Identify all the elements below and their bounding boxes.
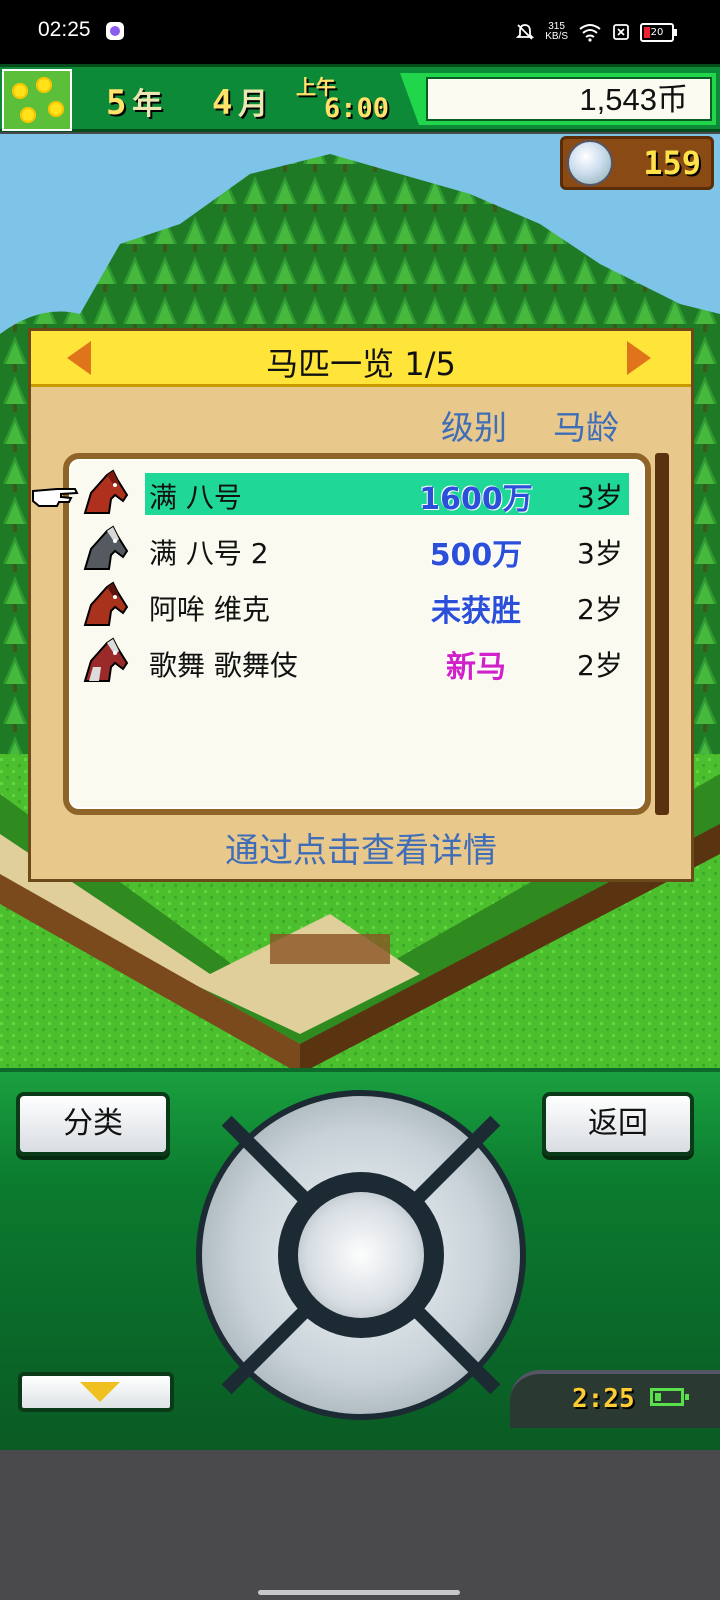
horse-grade: 未获胜 (431, 594, 521, 629)
horse-row[interactable]: 歌舞 歌舞伎 新马 2岁 (31, 637, 697, 685)
mute-bell-icon (516, 24, 535, 40)
wifi-icon (579, 24, 601, 42)
game-screen: 5 年 4 月 上午 6:00 1,543币 159 马匹一览 1/5 级别 马… (0, 64, 720, 1450)
panel-header: 马匹一览 1/5 (31, 331, 691, 387)
dpad-center-button[interactable] (298, 1192, 424, 1318)
horse-row[interactable]: 满 八号 2 500万 3岁 (31, 525, 697, 573)
dpad-center-ring (278, 1172, 444, 1338)
status-bar: 02:25 315 KB/S 20 (0, 0, 720, 64)
flower-icon (20, 107, 36, 123)
year-unit: 年 (132, 87, 163, 122)
panel-title: 马匹一览 1/5 (266, 345, 456, 383)
dpad[interactable] (196, 1090, 526, 1420)
next-page-arrow-icon[interactable] (627, 341, 651, 375)
horse-row[interactable]: 阿哞 维克 未获胜 2岁 (31, 581, 697, 629)
horse-name: 满 八号 (149, 481, 242, 514)
column-header-age: 马龄 (553, 408, 619, 447)
medal-counter[interactable]: 159 (560, 136, 714, 190)
horse-row[interactable]: 满 八号 1600万 3岁 (31, 469, 697, 517)
network-speed: 315 KB/S (545, 22, 568, 42)
season-thumbnail (2, 69, 72, 131)
flower-icon (36, 77, 52, 93)
horse-medal-icon (567, 140, 613, 186)
horse-name: 满 八号 2 (149, 537, 269, 570)
flower-icon (48, 101, 64, 117)
network-speed-unit: KB/S (545, 31, 568, 42)
horse-name: 阿哞 维克 (149, 593, 270, 626)
horse-age: 3岁 (577, 481, 623, 514)
game-clock: 6:00 (324, 93, 390, 124)
year-number: 5 (106, 83, 127, 123)
scroll-down-button[interactable] (18, 1372, 174, 1412)
month-number: 4 (212, 83, 233, 123)
horse-icon (83, 581, 129, 626)
horse-age: 2岁 (577, 649, 623, 682)
horse-icon (83, 469, 129, 514)
status-icons: 315 KB/S 20 (515, 18, 677, 46)
flower-icon (12, 83, 28, 99)
month-unit: 月 (238, 87, 269, 122)
horse-icon (83, 637, 129, 682)
device-time: 2:25 (572, 1384, 635, 1414)
horse-grade: 500万 (429, 538, 523, 573)
home-indicator[interactable] (258, 1590, 460, 1595)
pointing-hand-icon (32, 488, 79, 507)
category-button[interactable]: 分类 (16, 1092, 170, 1156)
horse-grade: 1600万 (419, 482, 533, 517)
top-hud: 5 年 4 月 上午 6:00 1,543币 (0, 64, 720, 132)
horse-age: 3岁 (577, 537, 623, 570)
app-notification-icon (106, 22, 124, 40)
device-status-box: 2:25 (510, 1370, 720, 1428)
virtual-controller: 分类 返回 2:25 (0, 1068, 720, 1450)
sim-off-icon (613, 24, 629, 40)
horse-age: 2岁 (577, 593, 623, 626)
money-display: 1,543币 (426, 77, 712, 121)
tap-hint: 通过点击查看详情 (225, 831, 497, 871)
down-arrow-icon (80, 1382, 120, 1402)
horse-grade: 新马 (446, 650, 506, 685)
device-battery-icon (650, 1388, 689, 1406)
horse-icon (83, 525, 129, 570)
horse-list-panel: 马匹一览 1/5 级别 马龄 满 八号 1600万 3岁 满 八号 2 500万… (28, 328, 694, 882)
system-nav-bar (0, 1450, 720, 1600)
back-button[interactable]: 返回 (542, 1092, 694, 1156)
status-time: 02:25 (38, 18, 91, 41)
battery-icon: 20 (640, 22, 677, 42)
year-display: 5 年 (106, 79, 162, 123)
medal-count: 159 (643, 144, 701, 182)
horse-name: 歌舞 歌舞伎 (149, 649, 298, 682)
battery-level: 20 (650, 26, 664, 38)
column-header-grade: 级别 (441, 408, 507, 447)
month-display: 4 月 (212, 79, 268, 123)
